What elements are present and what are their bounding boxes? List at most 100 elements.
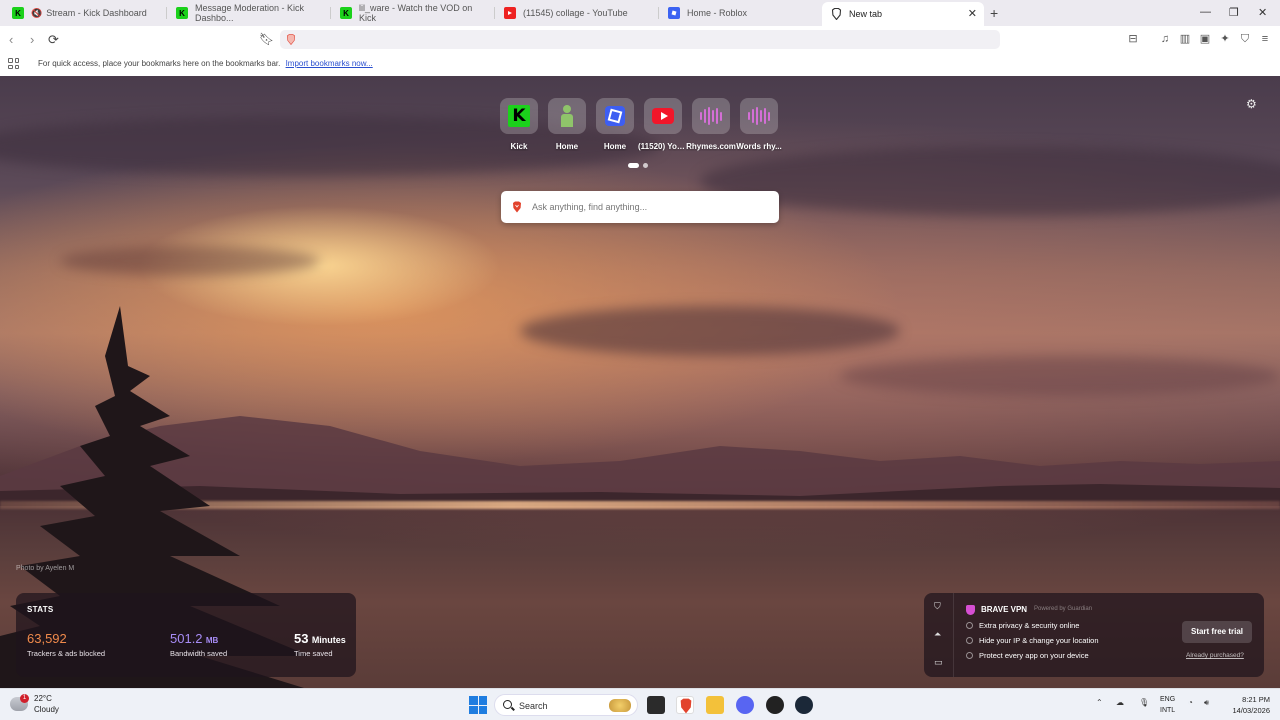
top-site-youtube[interactable]: (11520) You... (638, 98, 688, 151)
vpn-logo-icon (966, 605, 975, 615)
sidebar-icon[interactable]: ▥ (1179, 33, 1191, 45)
windows-start-icon[interactable] (469, 696, 487, 714)
top-site-kick[interactable]: K Kick (500, 98, 538, 151)
brave-browser-icon[interactable] (676, 696, 694, 714)
close-tab-icon[interactable]: ✕ (968, 7, 977, 20)
tab-kick-vod[interactable]: K lil_ware - Watch the VOD on Kick (332, 2, 492, 24)
upload-icon[interactable]: ⏶ (934, 629, 941, 640)
back-icon[interactable]: ‹ (9, 32, 13, 47)
tab-divider (166, 7, 167, 19)
tab-divider (494, 7, 495, 19)
file-explorer-icon[interactable] (706, 696, 724, 714)
site-label: (11520) You... (638, 142, 688, 151)
time-caption: Time saved (294, 649, 333, 658)
vpn-shield-icon[interactable]: ⛉ (934, 601, 941, 612)
site-label: Rhymes.com (686, 142, 736, 151)
address-bar[interactable] (280, 30, 1000, 49)
top-site-roblox[interactable]: Home (596, 98, 634, 151)
import-bookmarks-link[interactable]: Import bookmarks now... (286, 59, 373, 68)
vpn-feature: Protect every app on your device (966, 651, 1099, 660)
terminal-icon[interactable] (647, 696, 665, 714)
close-window-icon[interactable]: ✕ (1258, 6, 1267, 19)
cloud-sync-icon[interactable]: ☁ (1116, 698, 1124, 707)
tab-kick-stream[interactable]: K 🔇 Stream - Kick Dashboard (4, 2, 164, 24)
brave-shields-icon[interactable] (286, 34, 296, 45)
tab-youtube[interactable]: (11545) collage - YouTube (496, 2, 656, 24)
brave-icon (830, 8, 842, 20)
vpn-feature: Hide your IP & change your location (966, 636, 1099, 645)
microphone-icon[interactable]: 🎙︎ (1139, 698, 1149, 707)
bookmark-icon[interactable]: 🔖︎ (259, 32, 274, 46)
search-placeholder: Ask anything, find anything... (532, 202, 648, 212)
bandwidth-value: 501.2 (170, 631, 203, 646)
taskbar-search[interactable]: Search (494, 694, 638, 716)
stats-title: STATS (27, 605, 54, 614)
vpn-feature: Extra privacy & security online (966, 621, 1099, 630)
page-dot-active[interactable] (628, 163, 639, 168)
stats-widget: STATS 63,592 Trackers & ads blocked 501.… (16, 593, 356, 677)
cloud (520, 306, 900, 356)
cloud (60, 246, 320, 276)
top-site-rhymes[interactable]: Rhymes.com (686, 98, 736, 151)
waveform-icon (700, 107, 722, 125)
stat-time: 53 Minutes Time saved (294, 631, 346, 658)
forward-icon[interactable]: › (30, 32, 34, 47)
page-dot[interactable] (643, 163, 648, 168)
tab-new-tab[interactable]: New tab ✕ (822, 2, 984, 26)
language-indicator[interactable]: ENG INTL (1160, 694, 1175, 716)
bandwidth-caption: Bandwidth saved (170, 649, 228, 658)
stat-bandwidth: 501.2 MB Bandwidth saved (170, 631, 227, 658)
vpn-powered-by: Powered by Guardian (1034, 606, 1093, 612)
trackers-count: 63,592 (27, 631, 67, 646)
vpn-icon[interactable]: ⛉ (1239, 33, 1251, 45)
site-label: Home (555, 142, 579, 151)
bandwidth-unit: MB (205, 636, 219, 645)
tab-search-icon[interactable]: ⊟ (1127, 33, 1139, 45)
bookmarks-hint-text: For quick access, place your bookmarks h… (38, 59, 281, 68)
youtube-icon (652, 108, 674, 124)
cards-icon[interactable]: ▭ (934, 657, 943, 668)
top-site-home-1[interactable]: Home (548, 98, 586, 151)
taskbar-search-label: Search (519, 701, 548, 711)
leo-ai-icon[interactable]: ✦ (1219, 33, 1231, 45)
vpn-brand: BRAVE VPN (981, 605, 1028, 614)
site-tile (740, 98, 778, 134)
taskbar: 1 22°C Cloudy Search ⌃ ☁ 🎙︎ ENG INTL ◔ 🔊… (0, 688, 1280, 720)
tab-kick-moderation[interactable]: K Message Moderation - Kick Dashbo... (168, 2, 328, 24)
tab-roblox[interactable]: Home - Roblox (660, 2, 820, 24)
reload-icon[interactable]: ⟳ (48, 32, 59, 48)
muted-speaker-icon[interactable]: 🔇 (31, 8, 42, 19)
search-box[interactable]: Ask anything, find anything... (501, 191, 779, 223)
new-tab-plus-icon[interactable]: + (990, 5, 998, 21)
apps-grid-icon[interactable] (8, 58, 19, 69)
tab-divider (330, 7, 331, 19)
volume-icon[interactable]: 🔊︎ (1204, 698, 1209, 708)
start-free-trial-button[interactable]: Start free trial (1182, 621, 1252, 643)
settings-gear-icon[interactable]: ⚙ (1246, 98, 1258, 110)
photo-credit[interactable]: Photo by Ayelen M (16, 565, 74, 572)
tray-chevron-icon[interactable]: ⌃ (1096, 698, 1103, 707)
steam-icon[interactable] (795, 696, 813, 714)
maximize-icon[interactable]: ❐ (1229, 6, 1239, 19)
media-icon[interactable]: ♫ (1159, 33, 1171, 45)
minimize-icon[interactable]: — (1200, 6, 1211, 18)
notification-badge: 1 (20, 694, 29, 703)
menu-icon[interactable]: ≡ (1259, 33, 1271, 45)
site-label: Words rhy... (736, 142, 782, 151)
discord-icon[interactable] (736, 696, 754, 714)
top-site-words-rhyme[interactable]: Words rhy... (736, 98, 782, 151)
obs-icon[interactable] (766, 696, 784, 714)
weather-widget[interactable]: 1 22°C Cloudy (10, 693, 59, 715)
tab-title: Home - Roblox (687, 8, 748, 18)
lang-code: ENG (1160, 696, 1176, 703)
wifi-icon[interactable]: ◔ (1188, 698, 1193, 707)
wallet-icon[interactable]: ▣ (1199, 33, 1211, 45)
bookmarks-bar: For quick access, place your bookmarks h… (0, 53, 1280, 76)
site-label: Kick (510, 142, 528, 151)
already-purchased-link[interactable]: Already purchased? (1186, 652, 1244, 659)
stat-trackers: 63,592 Trackers & ads blocked (27, 631, 105, 658)
tab-title: Message Moderation - Kick Dashbo... (195, 3, 305, 23)
clock-date: 14/03/2026 (1232, 706, 1270, 715)
clock[interactable]: 8:21 PM 14/03/2026 (1226, 694, 1270, 716)
kick-icon: K (508, 105, 530, 127)
